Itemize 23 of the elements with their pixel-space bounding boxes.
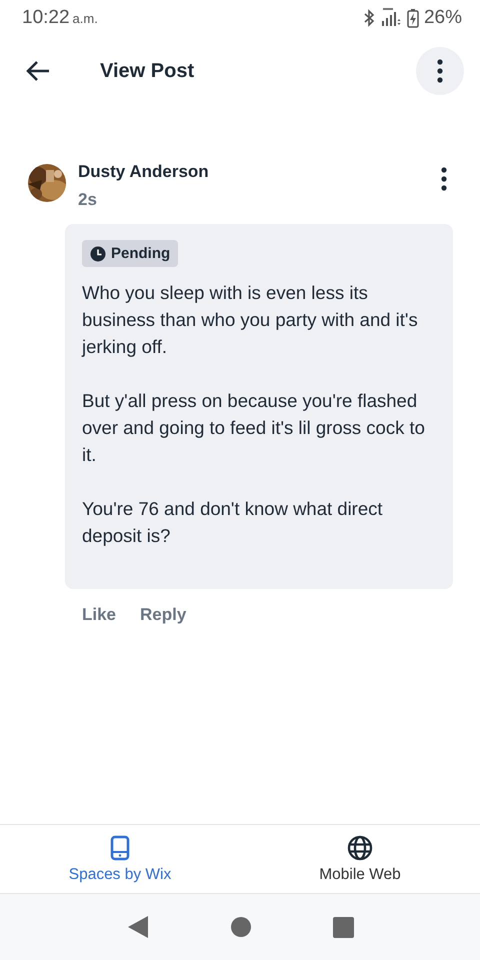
battery-percent: 26%	[424, 7, 462, 29]
page-title: View Post	[100, 60, 196, 82]
like-link[interactable]: Like	[82, 605, 116, 625]
bluetooth-icon	[362, 9, 375, 27]
pending-badge: Pending	[82, 240, 178, 267]
comment-paragraph: You're 76 and don't know what direct deposit is?	[82, 497, 384, 548]
battery-charging-icon	[406, 8, 419, 28]
signal-icon	[380, 8, 402, 28]
globe-icon	[347, 834, 373, 860]
back-nav-icon[interactable]	[126, 915, 148, 939]
comment-age: 2s	[78, 190, 98, 210]
author-name: Dusty Anderson	[78, 162, 209, 181]
phone-icon	[110, 834, 130, 860]
bottom-tab[interactable]: Spaces by Wix	[0, 825, 240, 893]
status-time: 10:22 a.m.	[22, 7, 98, 29]
comment-paragraph: Who you sleep with is even less its business than who you party with and it's jerking off.	[82, 281, 419, 359]
comment-paragraph: But y'all press on because you're flashed over and going to feed it's lil gross cock to it.	[82, 389, 426, 467]
recents-nav-icon[interactable]	[332, 916, 354, 938]
more-options-icon	[437, 59, 443, 83]
reply-link[interactable]: Reply	[140, 605, 186, 625]
bottom-tab[interactable]: Mobile Web	[240, 825, 480, 893]
home-nav-icon[interactable]	[230, 917, 250, 937]
more-options-button[interactable]	[416, 47, 464, 95]
